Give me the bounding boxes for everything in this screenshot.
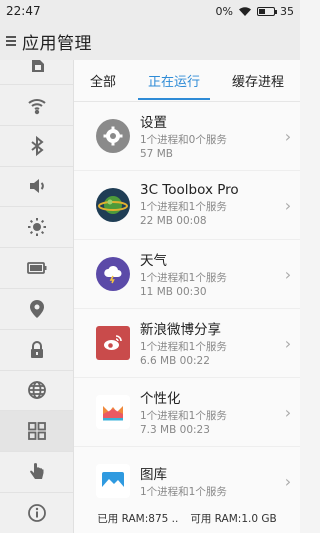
app-process-info: 1个进程和1个服务	[140, 201, 227, 213]
settings-sidebar	[0, 60, 74, 533]
bluetooth-icon	[30, 135, 44, 156]
app-memory: 11 MB 00:30	[140, 286, 207, 298]
app-row-weather[interactable]: 天气 1个进程和1个服务 11 MB 00:30 ›	[74, 240, 300, 309]
sidebar-item-bluetooth[interactable]	[0, 126, 73, 167]
battery-status-icon	[257, 6, 277, 16]
battery-icon	[26, 262, 46, 274]
sidebar-item-battery[interactable]	[0, 248, 73, 289]
sidebar-item-apps[interactable]	[0, 411, 73, 453]
sidebar-item-sim[interactable]	[0, 60, 73, 85]
running-app-list: 设置 1个进程和0个服务 57 MB › 3C Toolbox Pro 1个进程…	[74, 102, 300, 516]
app-process-info: 1个进程和1个服务	[140, 410, 227, 422]
app-name: 个性化	[140, 391, 181, 407]
sound-icon	[29, 179, 44, 194]
app-header: 应用管理	[0, 22, 300, 60]
ram-footer: 已用 RAM:875 .. 可用 RAM:1.0 GB	[74, 503, 300, 533]
menu-icon[interactable]	[6, 36, 16, 46]
page-title: 应用管理	[22, 33, 92, 54]
settings-gear-icon	[96, 119, 130, 153]
chevron-right-icon: ›	[284, 126, 292, 146]
info-icon	[27, 503, 46, 522]
chevron-right-icon: ›	[284, 402, 292, 422]
battery-percent: 35	[280, 4, 294, 18]
sidebar-item-sound[interactable]	[0, 167, 73, 208]
app-name: 3C Toolbox Pro	[140, 182, 239, 198]
sidebar-item-gesture[interactable]	[0, 452, 73, 493]
globe-icon	[27, 381, 46, 400]
app-memory: 7.3 MB 00:23	[140, 424, 210, 436]
status-time: 22:47	[6, 4, 41, 18]
wifi-status-icon	[239, 6, 251, 16]
weather-icon	[96, 257, 130, 291]
gesture-icon	[29, 463, 43, 480]
used-ram: 已用 RAM:875 ..	[97, 512, 179, 525]
sim-card-icon	[31, 60, 44, 72]
personalize-icon	[96, 395, 130, 429]
app-row-3c-toolbox[interactable]: 3C Toolbox Pro 1个进程和1个服务 22 MB 00:08 ›	[74, 171, 300, 240]
chevron-right-icon: ›	[284, 264, 292, 284]
apps-grid-icon	[27, 422, 46, 441]
tab-cached[interactable]: 缓存进程	[228, 61, 288, 100]
app-name: 新浪微博分享	[140, 322, 221, 338]
process-tabs: 全部 正在运行 缓存进程	[74, 60, 300, 102]
chevron-right-icon: ›	[284, 471, 292, 491]
toolbox-planet-icon	[96, 188, 130, 222]
weibo-icon	[96, 326, 130, 360]
sidebar-item-about[interactable]	[0, 493, 73, 533]
tab-all[interactable]: 全部	[86, 61, 120, 100]
brightness-icon	[27, 218, 46, 237]
chevron-right-icon: ›	[284, 195, 292, 215]
app-name: 图库	[140, 467, 167, 483]
app-name: 设置	[140, 115, 167, 131]
sidebar-item-language[interactable]	[0, 371, 73, 412]
sidebar-item-wifi[interactable]	[0, 85, 73, 126]
app-memory: 57 MB	[140, 148, 173, 160]
app-row-personalize[interactable]: 个性化 1个进程和1个服务 7.3 MB 00:23 ›	[74, 378, 300, 447]
gallery-icon	[96, 464, 130, 498]
battery-level-fill	[259, 8, 265, 14]
app-name: 天气	[140, 253, 167, 269]
app-process-info: 1个进程和1个服务	[140, 272, 227, 284]
app-memory: 22 MB 00:08	[140, 215, 207, 227]
sidebar-item-location[interactable]	[0, 289, 73, 330]
status-bar: 22:47 0% 35	[0, 0, 300, 22]
wifi-icon	[27, 98, 46, 115]
app-row-weibo-share[interactable]: 新浪微博分享 1个进程和1个服务 6.6 MB 00:22 ›	[74, 309, 300, 378]
sidebar-item-brightness[interactable]	[0, 207, 73, 249]
free-ram: 可用 RAM:1.0 GB	[190, 512, 277, 525]
app-memory: 6.6 MB 00:22	[140, 355, 210, 367]
app-process-info: 1个进程和1个服务	[140, 486, 227, 498]
status-indicators: 0% 35	[216, 5, 294, 18]
sidebar-item-security[interactable]	[0, 330, 73, 371]
signal-percent: 0%	[215, 4, 233, 18]
app-process-info: 1个进程和0个服务	[140, 134, 227, 146]
app-process-info: 1个进程和1个服务	[140, 341, 227, 353]
app-manager-panel: 全部 正在运行 缓存进程 设置 1个进程和0个服务 57 MB › 3C Too…	[74, 60, 300, 533]
location-icon	[29, 299, 44, 318]
lock-icon	[30, 340, 43, 358]
app-row-settings[interactable]: 设置 1个进程和0个服务 57 MB ›	[74, 102, 300, 171]
tab-running[interactable]: 正在运行	[137, 61, 211, 100]
chevron-right-icon: ›	[284, 333, 292, 353]
